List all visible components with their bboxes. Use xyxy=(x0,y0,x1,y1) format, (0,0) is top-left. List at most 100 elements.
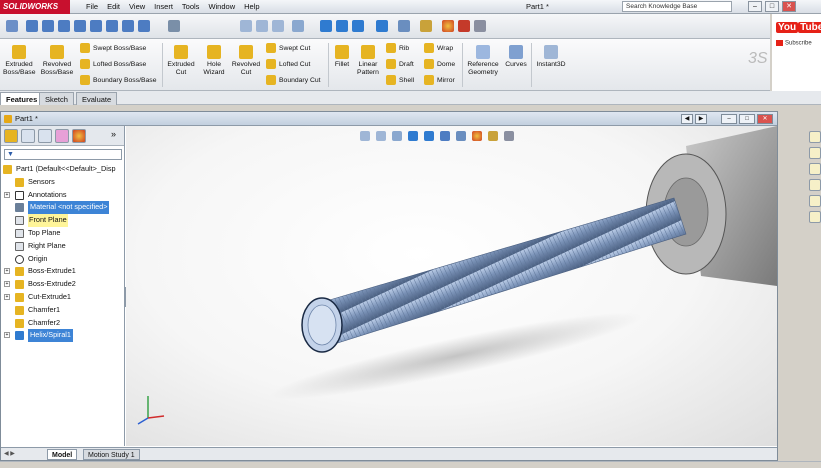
view-normal-icon[interactable] xyxy=(138,20,150,32)
tree-item-annotations[interactable]: + Annotations xyxy=(1,189,124,202)
zoom-area-icon[interactable] xyxy=(256,20,268,32)
zoom-fit-icon[interactable] xyxy=(240,20,252,32)
subscribe-button[interactable]: Subscribe xyxy=(776,40,812,47)
tree-item-chamfer1[interactable]: Chamfer1 xyxy=(1,304,124,317)
view-front-icon[interactable] xyxy=(26,20,38,32)
expand-icon[interactable]: + xyxy=(4,268,10,275)
instant3d-button[interactable]: Instant3D xyxy=(534,45,568,69)
doc-restore-button[interactable]: □ xyxy=(739,114,755,124)
tree-item-sensors[interactable]: Sensors xyxy=(1,176,124,189)
tab-features[interactable]: Features xyxy=(0,92,44,105)
view-left-icon[interactable] xyxy=(58,20,70,32)
tree-item-boss-extrude2[interactable]: + Boss-Extrude2 xyxy=(1,278,124,291)
draft-button[interactable]: Draft xyxy=(386,59,414,71)
lofted-boss-button[interactable]: Lofted Boss/Base xyxy=(80,59,146,71)
tree-item-cut-extrude1[interactable]: + Cut-Extrude1 xyxy=(1,291,124,304)
expand-icon[interactable]: + xyxy=(4,191,10,198)
swept-boss-button[interactable]: Swept Boss/Base xyxy=(80,43,146,55)
section-view-icon[interactable] xyxy=(292,20,304,32)
expand-icon[interactable]: + xyxy=(4,332,10,339)
menu-edit[interactable]: Edit xyxy=(107,0,120,14)
tree-item-right-plane[interactable]: Right Plane xyxy=(1,240,124,253)
propertymanager-tab-icon[interactable] xyxy=(21,129,35,143)
tree-item-front-plane[interactable]: Front Plane xyxy=(1,214,124,227)
next-document-button[interactable]: ▶ xyxy=(695,114,707,124)
pointer-tool-icon[interactable] xyxy=(168,20,180,32)
menu-window[interactable]: Window xyxy=(208,0,235,14)
hide-show-icon[interactable] xyxy=(398,20,410,32)
custom-properties-icon[interactable] xyxy=(809,211,821,223)
menu-help[interactable]: Help xyxy=(244,0,259,14)
scene-icon[interactable] xyxy=(442,20,454,32)
tree-item-material[interactable]: Material <not specified> xyxy=(1,201,124,215)
minimize-button[interactable]: – xyxy=(748,1,762,12)
dome-button[interactable]: Dome xyxy=(424,59,455,71)
rib-button[interactable]: Rib xyxy=(386,43,409,55)
view-back-icon[interactable] xyxy=(42,20,54,32)
tree-item-top-plane[interactable]: Top Plane xyxy=(1,227,124,240)
tree-item-chamfer2[interactable]: Chamfer2 xyxy=(1,317,124,330)
pin-icon[interactable] xyxy=(6,20,18,32)
dimxpert-tab-icon[interactable] xyxy=(55,129,69,143)
hole-wizard-button[interactable]: Hole Wizard xyxy=(199,45,229,77)
part-model[interactable] xyxy=(126,126,777,446)
menu-file[interactable]: File xyxy=(86,0,98,14)
expand-icon[interactable]: + xyxy=(4,281,10,288)
view-palette-icon[interactable] xyxy=(809,179,821,191)
menu-view[interactable]: View xyxy=(129,0,145,14)
menu-insert[interactable]: Insert xyxy=(154,0,173,14)
rotate-icon[interactable] xyxy=(336,20,348,32)
linear-pattern-button[interactable]: Linear Pattern xyxy=(354,45,382,77)
view-bottom-icon[interactable] xyxy=(106,20,118,32)
wrap-button[interactable]: Wrap xyxy=(424,43,453,55)
extruded-cut-button[interactable]: Extruded Cut xyxy=(166,45,196,77)
maximize-button[interactable]: □ xyxy=(765,1,779,12)
extruded-boss-button[interactable]: Extruded Boss/Base xyxy=(3,45,36,77)
file-explorer-icon[interactable] xyxy=(809,163,821,175)
boundary-cut-button[interactable]: Boundary Cut xyxy=(266,75,321,87)
close-button[interactable]: ✕ xyxy=(782,1,796,12)
rebuild-icon[interactable] xyxy=(320,20,332,32)
app-logo[interactable]: SOLIDWORKS xyxy=(0,0,70,14)
tree-item-helix-spiral1[interactable]: + Helix/Spiral1 xyxy=(1,329,124,343)
tab-scroll-icon[interactable]: ◀ ▶ xyxy=(4,450,15,457)
design-library-icon[interactable] xyxy=(809,147,821,159)
doc-minimize-button[interactable]: – xyxy=(721,114,737,124)
prev-document-button[interactable]: ◀ xyxy=(681,114,693,124)
view-settings-icon[interactable] xyxy=(458,20,470,32)
previous-view-icon[interactable] xyxy=(272,20,284,32)
configurationmanager-tab-icon[interactable] xyxy=(38,129,52,143)
youtube-logo[interactable]: You Tube xyxy=(776,22,821,33)
options-icon[interactable] xyxy=(474,20,486,32)
search-input[interactable]: Search Knowledge Base xyxy=(622,1,732,12)
view-iso-icon[interactable] xyxy=(122,20,134,32)
tree-item-boss-extrude1[interactable]: + Boss-Extrude1 xyxy=(1,265,124,278)
expand-icon[interactable]: + xyxy=(4,293,10,300)
appearances-icon[interactable] xyxy=(809,195,821,207)
tree-item-origin[interactable]: Origin xyxy=(1,253,124,266)
mirror-button[interactable]: Mirror xyxy=(424,75,455,87)
reference-geometry-button[interactable]: Reference Geometry xyxy=(465,45,501,77)
swept-cut-button[interactable]: Swept Cut xyxy=(266,43,310,55)
shell-button[interactable]: Shell xyxy=(386,75,414,87)
resources-icon[interactable] xyxy=(809,131,821,143)
tab-sketch[interactable]: Sketch xyxy=(39,92,74,105)
view-right-icon[interactable] xyxy=(74,20,86,32)
featuremanager-tab-icon[interactable] xyxy=(4,129,18,143)
filter-input[interactable]: ▼ xyxy=(4,149,122,160)
tree-root-part[interactable]: Part1 (Default<<Default>_Disp xyxy=(1,163,124,176)
curves-button[interactable]: Curves xyxy=(503,45,529,69)
boundary-boss-button[interactable]: Boundary Boss/Base xyxy=(80,75,156,87)
revolved-boss-button[interactable]: Revolved Boss/Base xyxy=(39,45,75,77)
expand-panel-icon[interactable]: » xyxy=(111,129,116,139)
tab-evaluate[interactable]: Evaluate xyxy=(76,92,118,105)
lofted-cut-button[interactable]: Lofted Cut xyxy=(266,59,310,71)
tab-motion-study[interactable]: Motion Study 1 xyxy=(83,449,140,460)
graphics-area[interactable] xyxy=(126,126,777,446)
revolved-cut-button[interactable]: Revolved Cut xyxy=(230,45,262,77)
doc-close-button[interactable]: ✕ xyxy=(757,114,773,124)
fillet-button[interactable]: Fillet xyxy=(331,45,353,69)
display-manager-tab-icon[interactable] xyxy=(72,129,86,143)
pan-icon[interactable] xyxy=(352,20,364,32)
edit-appearance-icon[interactable] xyxy=(420,20,432,32)
